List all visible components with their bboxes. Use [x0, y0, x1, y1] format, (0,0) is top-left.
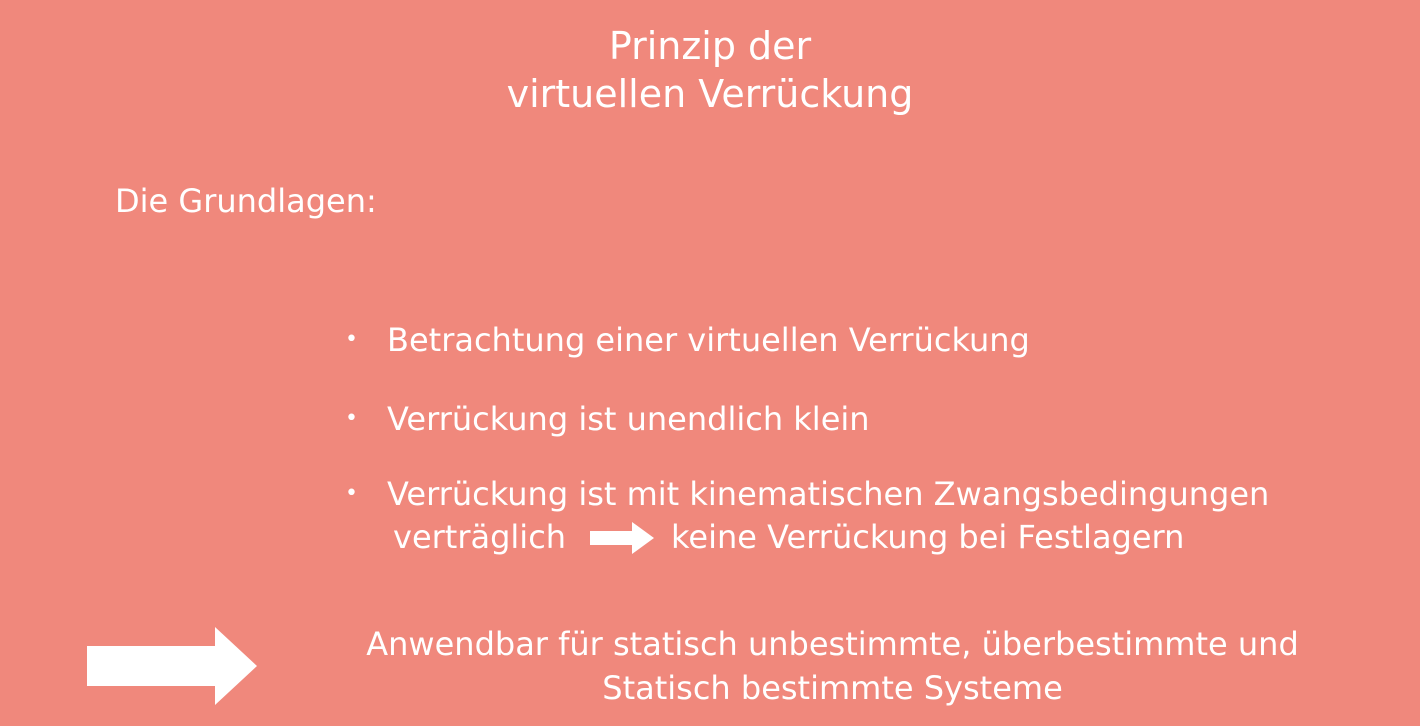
right-arrow-icon: [87, 627, 257, 705]
slide-title: Prinzip der virtuellen Verrückung: [0, 22, 1420, 118]
bullet-text: Verrückung ist mit kinematischen Zwangsb…: [387, 475, 1270, 513]
bullet-dot: •: [345, 481, 358, 506]
conclusion-text: Anwendbar für statisch unbestimmte, über…: [300, 622, 1365, 710]
bullet-3-consequence: keine Verrückung bei Festlagern: [671, 518, 1185, 556]
slide: Prinzip der virtuellen Verrückung Die Gr…: [0, 0, 1420, 726]
bullet-dot: •: [345, 327, 358, 352]
bullet-text: Verrückung ist unendlich klein: [387, 400, 870, 438]
bullet-text: Betrachtung einer virtuellen Verrückung: [387, 321, 1030, 359]
bullet-dot: •: [345, 406, 358, 431]
conclusion-line-1: Anwendbar für statisch unbestimmte, über…: [366, 625, 1299, 663]
section-heading: Die Grundlagen:: [115, 182, 377, 220]
title-line-2: virtuellen Verrückung: [506, 72, 914, 116]
right-arrow-icon: [590, 522, 654, 554]
bullet-3-continuation: verträglich: [393, 518, 567, 556]
conclusion-line-2: Statisch bestimmte Systeme: [602, 669, 1063, 707]
title-line-1: Prinzip der: [608, 24, 812, 68]
